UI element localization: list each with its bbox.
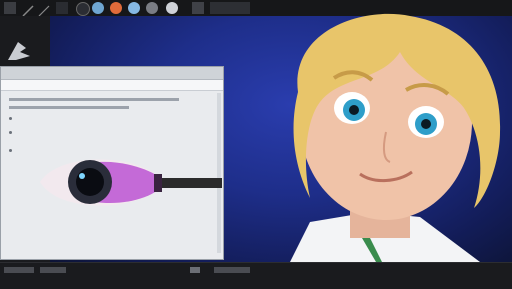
shield-icon[interactable] xyxy=(92,2,104,14)
doc-bullet xyxy=(9,117,12,120)
status-bar xyxy=(0,262,512,289)
grid-icon[interactable] xyxy=(56,2,68,14)
bag-icon[interactable] xyxy=(166,2,178,14)
logo-icon xyxy=(8,42,30,60)
doc-bullet xyxy=(9,131,12,134)
square-icon[interactable] xyxy=(210,2,250,14)
eye-probe-illustration xyxy=(40,159,222,206)
status-button[interactable] xyxy=(190,267,200,273)
menu-icon[interactable] xyxy=(4,2,16,14)
gear-icon[interactable] xyxy=(146,2,158,14)
line-icon[interactable] xyxy=(38,2,50,17)
doc-bullet xyxy=(9,149,12,152)
document-toolbar[interactable] xyxy=(1,80,223,91)
layers-icon[interactable] xyxy=(192,2,204,14)
doc-text-line xyxy=(9,106,129,109)
status-item xyxy=(214,267,250,273)
palette-icon[interactable] xyxy=(110,2,122,14)
diamond-icon[interactable] xyxy=(128,2,140,14)
status-item xyxy=(40,267,66,273)
character-illustration xyxy=(290,13,501,262)
doc-text-line xyxy=(9,98,179,101)
pen-icon[interactable] xyxy=(22,2,34,17)
eye-icon[interactable] xyxy=(76,2,90,16)
document-titlebar[interactable] xyxy=(1,67,223,80)
status-item xyxy=(4,267,34,273)
